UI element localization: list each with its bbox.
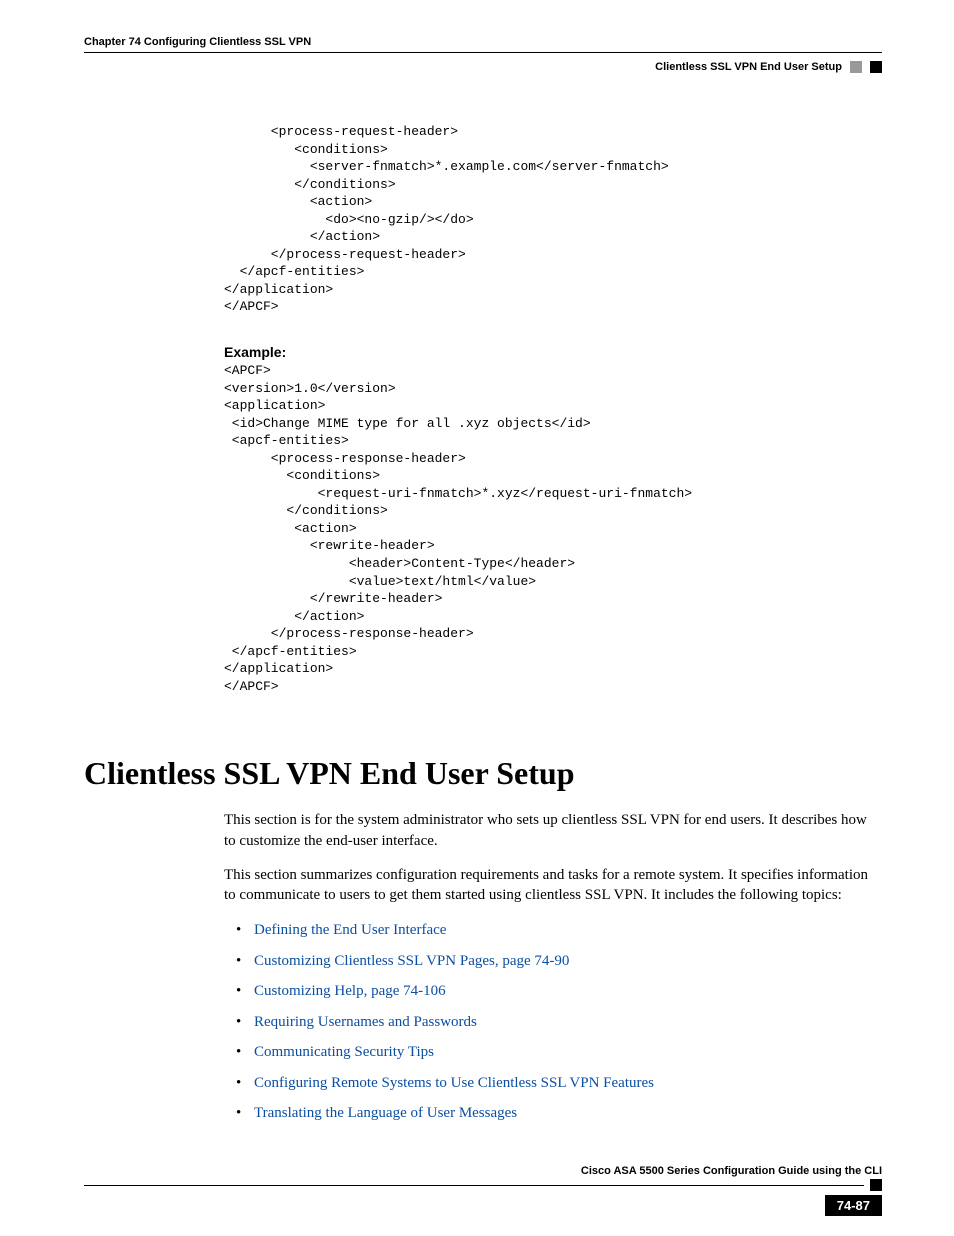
header-chapter: Chapter 74 Configuring Clientless SSL VP…	[84, 36, 882, 53]
list-item: Defining the End User Interface	[242, 919, 882, 942]
header-section-row: Clientless SSL VPN End User Setup	[84, 61, 882, 73]
list-item: Requiring Usernames and Passwords	[242, 1011, 882, 1034]
link-customizing-help[interactable]: Customizing Help, page 74-106	[254, 983, 446, 999]
list-item: Translating the Language of User Message…	[242, 1102, 882, 1125]
link-translating-language[interactable]: Translating the Language of User Message…	[254, 1105, 517, 1121]
list-item: Configuring Remote Systems to Use Client…	[242, 1072, 882, 1095]
page-number: 74-87	[825, 1195, 882, 1216]
link-security-tips[interactable]: Communicating Security Tips	[254, 1044, 434, 1060]
link-requiring-usernames[interactable]: Requiring Usernames and Passwords	[254, 1014, 477, 1030]
footer: Cisco ASA 5500 Series Configuration Guid…	[84, 1165, 882, 1216]
link-defining-end-user-interface[interactable]: Defining the End User Interface	[254, 922, 446, 938]
list-item: Communicating Security Tips	[242, 1041, 882, 1064]
header-section: Clientless SSL VPN End User Setup	[655, 61, 842, 73]
footer-guide-title: Cisco ASA 5500 Series Configuration Guid…	[84, 1165, 882, 1177]
example-label: Example:	[224, 344, 882, 360]
footer-rule	[84, 1179, 882, 1191]
header-marker-icon	[850, 61, 862, 73]
link-configuring-remote[interactable]: Configuring Remote Systems to Use Client…	[254, 1075, 654, 1091]
list-item: Customizing Clientless SSL VPN Pages, pa…	[242, 950, 882, 973]
topic-list: Defining the End User Interface Customiz…	[224, 919, 882, 1125]
footer-line	[84, 1185, 864, 1186]
link-customizing-pages[interactable]: Customizing Clientless SSL VPN Pages, pa…	[254, 953, 569, 969]
footer-marker-icon	[870, 1179, 882, 1191]
section-title: Clientless SSL VPN End User Setup	[84, 755, 882, 792]
code-block-1: <process-request-header> <conditions> <s…	[224, 123, 882, 316]
header-marker-icon	[870, 61, 882, 73]
code-block-2: <APCF> <version>1.0</version> <applicati…	[224, 362, 882, 695]
list-item: Customizing Help, page 74-106	[242, 980, 882, 1003]
page: Chapter 74 Configuring Clientless SSL VP…	[0, 0, 954, 1236]
paragraph-1: This section is for the system administr…	[224, 810, 882, 851]
paragraph-2: This section summarizes configuration re…	[224, 865, 882, 906]
